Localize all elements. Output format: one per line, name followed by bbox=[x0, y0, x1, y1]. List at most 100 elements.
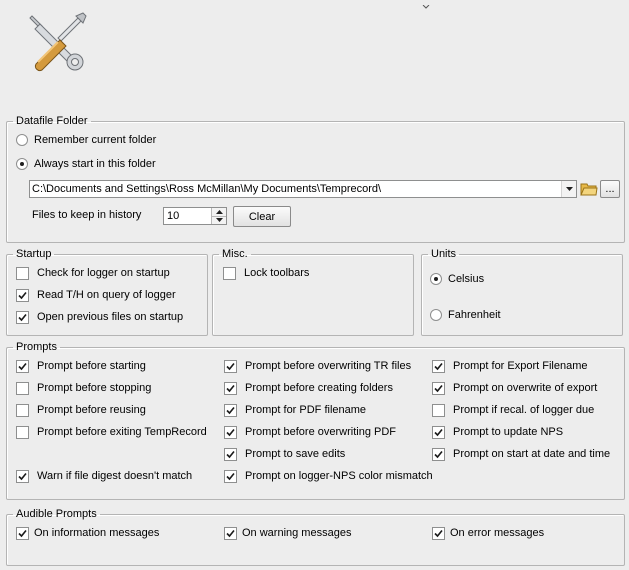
prompt-export-filename[interactable]: Prompt for Export Filename bbox=[432, 358, 588, 374]
prompt-export-filename-label: Prompt for Export Filename bbox=[453, 360, 588, 372]
startup-read-th[interactable]: Read T/H on query of logger bbox=[16, 287, 176, 303]
prompt-creating-folders[interactable]: Prompt before creating folders bbox=[224, 380, 393, 396]
checkbox[interactable] bbox=[432, 359, 445, 373]
spin-up-icon[interactable] bbox=[212, 208, 226, 216]
checkbox[interactable] bbox=[16, 310, 29, 324]
misc-group: Misc. bbox=[212, 248, 414, 336]
warn-file-digest-label: Warn if file digest doesn't match bbox=[37, 470, 193, 482]
prompt-overwrite-export[interactable]: Prompt on overwrite of export bbox=[432, 380, 597, 396]
prompt-save-edits[interactable]: Prompt to save edits bbox=[224, 446, 345, 462]
misc-lock-toolbars-label: Lock toolbars bbox=[244, 267, 310, 279]
remember-folder-label: Remember current folder bbox=[34, 134, 157, 146]
spin-down-icon[interactable] bbox=[212, 215, 226, 224]
audible-prompts-legend: Audible Prompts bbox=[16, 508, 97, 520]
clear-history-button[interactable]: Clear bbox=[233, 206, 291, 227]
prompt-start-date-time-label: Prompt on start at date and time bbox=[453, 448, 611, 460]
startup-legend: Startup bbox=[16, 248, 52, 260]
units-fahrenheit-radio-circle[interactable] bbox=[430, 309, 442, 321]
misc-legend: Misc. bbox=[222, 248, 248, 260]
prompt-before-exiting-label: Prompt before exiting TempRecord bbox=[37, 426, 207, 438]
always-start-folder-label: Always start in this folder bbox=[34, 158, 156, 170]
checkbox[interactable] bbox=[16, 526, 29, 540]
checkbox[interactable] bbox=[16, 469, 29, 483]
prompts-legend: Prompts bbox=[16, 341, 57, 353]
checkbox[interactable] bbox=[224, 359, 237, 373]
misc-lock-toolbars[interactable]: Lock toolbars bbox=[223, 265, 309, 281]
prompt-overwriting-tr[interactable]: Prompt before overwriting TR files bbox=[224, 358, 411, 374]
always-start-folder-radio-circle[interactable] bbox=[16, 158, 28, 170]
prompt-overwrite-export-label: Prompt on overwrite of export bbox=[453, 382, 598, 394]
folder-path-combo[interactable]: C:\Documents and Settings\Ross McMillan\… bbox=[29, 180, 577, 198]
checkbox[interactable] bbox=[16, 266, 29, 280]
startup-read-th-label: Read T/H on query of logger bbox=[37, 289, 176, 301]
audible-information[interactable]: On information messages bbox=[16, 525, 159, 541]
checkbox[interactable] bbox=[432, 425, 445, 439]
prompt-before-starting[interactable]: Prompt before starting bbox=[16, 358, 146, 374]
remember-folder-radio-circle[interactable] bbox=[16, 134, 28, 146]
datafile-folder-legend: Datafile Folder bbox=[16, 115, 88, 127]
warn-file-digest[interactable]: Warn if file digest doesn't match bbox=[16, 468, 192, 484]
folder-open-icon[interactable] bbox=[580, 180, 598, 198]
prompt-overwriting-pdf[interactable]: Prompt before overwriting PDF bbox=[224, 424, 396, 440]
startup-open-previous-label: Open previous files on startup bbox=[37, 311, 184, 323]
prompt-recal-due[interactable]: Prompt if recal. of logger due bbox=[432, 402, 594, 418]
prompt-recal-due-label: Prompt if recal. of logger due bbox=[453, 404, 595, 416]
prompt-before-exiting[interactable]: Prompt before exiting TempRecord bbox=[16, 424, 207, 440]
audible-error[interactable]: On error messages bbox=[432, 525, 544, 541]
chevron-down-icon[interactable] bbox=[561, 181, 576, 197]
checkbox[interactable] bbox=[16, 381, 29, 395]
audible-information-label: On information messages bbox=[34, 527, 160, 539]
units-celsius-radio[interactable]: Celsius bbox=[430, 271, 484, 287]
history-spinner[interactable]: 10 bbox=[163, 207, 227, 225]
prompt-save-edits-label: Prompt to save edits bbox=[245, 448, 346, 460]
checkbox[interactable] bbox=[432, 447, 445, 461]
checkbox[interactable] bbox=[432, 526, 445, 540]
checkbox[interactable] bbox=[16, 403, 29, 417]
prompt-pdf-filename-label: Prompt for PDF filename bbox=[245, 404, 367, 416]
startup-check-logger[interactable]: Check for logger on startup bbox=[16, 265, 170, 281]
prompt-before-reusing[interactable]: Prompt before reusing bbox=[16, 402, 146, 418]
checkbox[interactable] bbox=[16, 425, 29, 439]
remember-folder-radio[interactable]: Remember current folder bbox=[16, 132, 156, 148]
checkbox[interactable] bbox=[16, 288, 29, 302]
units-celsius-radio-circle[interactable] bbox=[430, 273, 442, 285]
checkbox[interactable] bbox=[224, 381, 237, 395]
prompt-start-date-time[interactable]: Prompt on start at date and time bbox=[432, 446, 610, 462]
prompt-nps-color-mismatch[interactable]: Prompt on logger-NPS color mismatch bbox=[224, 468, 433, 484]
prompt-before-stopping-label: Prompt before stopping bbox=[37, 382, 152, 394]
checkbox[interactable] bbox=[224, 447, 237, 461]
audible-warning-label: On warning messages bbox=[242, 527, 352, 539]
checkbox[interactable] bbox=[224, 403, 237, 417]
prompt-before-starting-label: Prompt before starting bbox=[37, 360, 146, 372]
tools-icon bbox=[22, 10, 92, 76]
units-fahrenheit-radio[interactable]: Fahrenheit bbox=[430, 307, 501, 323]
prompt-update-nps[interactable]: Prompt to update NPS bbox=[432, 424, 563, 440]
prompt-nps-color-mismatch-label: Prompt on logger-NPS color mismatch bbox=[245, 470, 433, 482]
prompt-before-stopping[interactable]: Prompt before stopping bbox=[16, 380, 151, 396]
checkbox[interactable] bbox=[432, 381, 445, 395]
checkbox[interactable] bbox=[432, 403, 445, 417]
prompt-overwriting-pdf-label: Prompt before overwriting PDF bbox=[245, 426, 396, 438]
checkbox[interactable] bbox=[223, 266, 236, 280]
units-celsius-label: Celsius bbox=[448, 273, 485, 285]
prompt-pdf-filename[interactable]: Prompt for PDF filename bbox=[224, 402, 366, 418]
browse-more-label: ... bbox=[605, 183, 615, 195]
always-start-folder-radio[interactable]: Always start in this folder bbox=[16, 156, 156, 172]
prompt-overwriting-tr-label: Prompt before overwriting TR files bbox=[245, 360, 412, 372]
checkbox[interactable] bbox=[224, 469, 237, 483]
checkbox[interactable] bbox=[224, 425, 237, 439]
prompt-creating-folders-label: Prompt before creating folders bbox=[245, 382, 393, 394]
clear-history-label: Clear bbox=[248, 210, 276, 223]
prompt-update-nps-label: Prompt to update NPS bbox=[453, 426, 564, 438]
checkbox[interactable] bbox=[224, 526, 237, 540]
startup-open-previous[interactable]: Open previous files on startup bbox=[16, 309, 183, 325]
audible-error-label: On error messages bbox=[450, 527, 545, 539]
units-legend: Units bbox=[431, 248, 457, 260]
checkbox[interactable] bbox=[16, 359, 29, 373]
browse-more-button[interactable]: ... bbox=[600, 180, 620, 198]
audible-warning[interactable]: On warning messages bbox=[224, 525, 351, 541]
prompt-before-reusing-label: Prompt before reusing bbox=[37, 404, 146, 416]
units-fahrenheit-label: Fahrenheit bbox=[448, 309, 501, 321]
history-value[interactable]: 10 bbox=[164, 208, 211, 224]
folder-path-value[interactable]: C:\Documents and Settings\Ross McMillan\… bbox=[30, 183, 561, 195]
